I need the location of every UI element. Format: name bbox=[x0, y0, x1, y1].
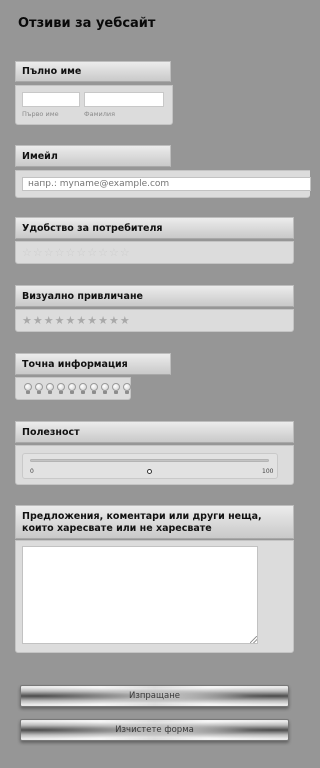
suggestions-textarea[interactable] bbox=[22, 546, 258, 644]
submit-button[interactable]: Изпращане bbox=[20, 685, 289, 707]
suggestions-body bbox=[15, 540, 294, 653]
star-filled-icon[interactable]: ★ bbox=[109, 315, 119, 326]
first-name-sublabel: Първо име bbox=[22, 110, 59, 118]
star-filled-icon[interactable]: ★ bbox=[76, 315, 86, 326]
usefulness-body: 0 100 bbox=[15, 445, 294, 485]
usability-label: Удобство за потребителя bbox=[22, 222, 163, 234]
accurate-info-body bbox=[15, 377, 131, 400]
star-outline-icon[interactable]: ☆ bbox=[22, 247, 32, 258]
usability-header: Удобство за потребителя bbox=[15, 217, 294, 239]
accurate-info-header: Точна информация bbox=[15, 353, 171, 375]
usefulness-max-label: 100 bbox=[262, 468, 274, 475]
star-filled-icon[interactable]: ★ bbox=[120, 315, 130, 326]
visual-appeal-rating[interactable]: ★ ★ ★ ★ ★ ★ ★ ★ ★ ★ bbox=[22, 315, 130, 326]
lightbulb-icon[interactable] bbox=[79, 383, 87, 394]
email-body bbox=[15, 170, 311, 198]
suggestions-header: Предложения, коментари или други неща, к… bbox=[15, 505, 294, 539]
textarea-resize-grip-icon[interactable] bbox=[250, 636, 257, 643]
star-filled-icon[interactable]: ★ bbox=[55, 315, 65, 326]
visual-appeal-label: Визуално привличане bbox=[22, 290, 143, 302]
star-outline-icon[interactable]: ☆ bbox=[44, 247, 54, 258]
star-outline-icon[interactable]: ☆ bbox=[87, 247, 97, 258]
lightbulb-icon[interactable] bbox=[46, 383, 54, 394]
star-filled-icon[interactable]: ★ bbox=[66, 315, 76, 326]
lightbulb-icon[interactable] bbox=[112, 383, 120, 394]
star-outline-icon[interactable]: ☆ bbox=[55, 247, 65, 258]
last-name-input[interactable] bbox=[84, 92, 164, 107]
full-name-header: Пълно име bbox=[15, 61, 171, 82]
lightbulb-icon[interactable] bbox=[57, 383, 65, 394]
email-label: Имейл bbox=[22, 150, 58, 162]
clear-form-button[interactable]: Изчистете форма bbox=[20, 719, 289, 741]
star-filled-icon[interactable]: ★ bbox=[44, 315, 54, 326]
star-filled-icon[interactable]: ★ bbox=[98, 315, 108, 326]
star-outline-icon[interactable]: ☆ bbox=[66, 247, 76, 258]
form-title: Отзиви за уебсайт bbox=[18, 16, 156, 31]
star-outline-icon[interactable]: ☆ bbox=[33, 247, 43, 258]
usefulness-slider-track[interactable] bbox=[30, 459, 269, 462]
email-header: Имейл bbox=[15, 145, 171, 167]
usefulness-min-label: 0 bbox=[30, 468, 34, 475]
full-name-body: Първо име Фамилия bbox=[15, 85, 173, 125]
accurate-info-label: Точна информация bbox=[22, 358, 128, 370]
usefulness-slider-handle[interactable] bbox=[146, 469, 152, 474]
email-input[interactable] bbox=[22, 177, 311, 191]
usefulness-slider-frame bbox=[22, 453, 278, 479]
lightbulb-icon[interactable] bbox=[123, 383, 131, 394]
lightbulb-icon[interactable] bbox=[35, 383, 43, 394]
star-outline-icon[interactable]: ☆ bbox=[120, 247, 130, 258]
star-filled-icon[interactable]: ★ bbox=[87, 315, 97, 326]
star-outline-icon[interactable]: ☆ bbox=[109, 247, 119, 258]
star-outline-icon[interactable]: ☆ bbox=[98, 247, 108, 258]
usefulness-header: Полезност bbox=[15, 421, 294, 443]
usability-rating[interactable]: ☆ ☆ ☆ ☆ ☆ ☆ ☆ ☆ ☆ ☆ bbox=[22, 247, 130, 258]
last-name-sublabel: Фамилия bbox=[84, 110, 115, 118]
accurate-info-rating[interactable] bbox=[24, 383, 131, 394]
visual-appeal-header: Визуално привличане bbox=[15, 285, 294, 307]
star-filled-icon[interactable]: ★ bbox=[33, 315, 43, 326]
lightbulb-icon[interactable] bbox=[24, 383, 32, 394]
lightbulb-icon[interactable] bbox=[90, 383, 98, 394]
star-filled-icon[interactable]: ★ bbox=[22, 315, 32, 326]
lightbulb-icon[interactable] bbox=[68, 383, 76, 394]
first-name-input[interactable] bbox=[22, 92, 80, 107]
usefulness-label: Полезност bbox=[22, 426, 80, 438]
usability-body: ☆ ☆ ☆ ☆ ☆ ☆ ☆ ☆ ☆ ☆ bbox=[15, 241, 294, 264]
star-outline-icon[interactable]: ☆ bbox=[76, 247, 86, 258]
suggestions-label: Предложения, коментари или други неща, к… bbox=[22, 511, 262, 534]
lightbulb-icon[interactable] bbox=[101, 383, 109, 394]
visual-appeal-body: ★ ★ ★ ★ ★ ★ ★ ★ ★ ★ bbox=[15, 309, 294, 332]
full-name-label: Пълно име bbox=[22, 66, 82, 77]
